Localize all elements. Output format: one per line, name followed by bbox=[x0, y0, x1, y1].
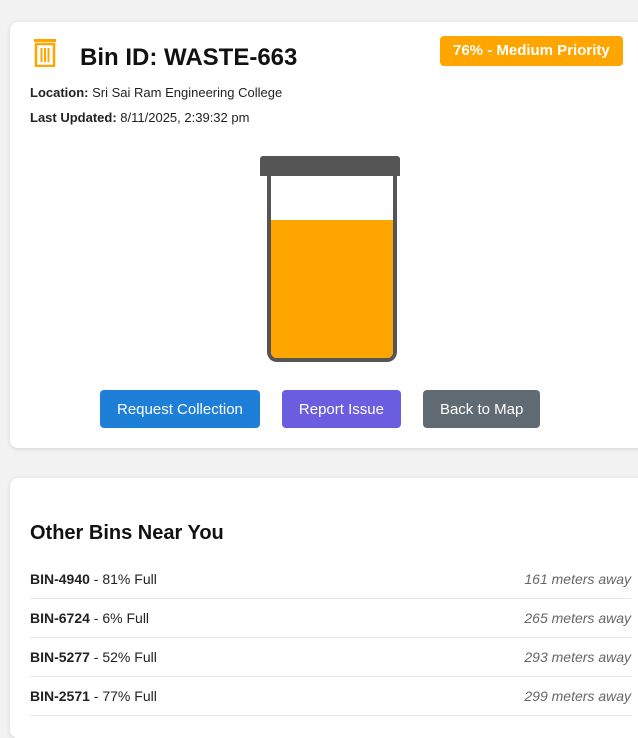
nearby-bins-list: BIN-4940 - 81% Full 161 meters away BIN-… bbox=[30, 560, 631, 716]
location-label: Location: bbox=[30, 85, 89, 100]
bin-distance: 293 meters away bbox=[524, 649, 631, 665]
bin-title: Bin ID: WASTE-663 bbox=[80, 44, 298, 71]
list-item[interactable]: BIN-2571 - 77% Full 299 meters away bbox=[30, 677, 631, 716]
nearby-title: Other Bins Near You bbox=[30, 522, 224, 544]
request-collection-button[interactable]: Request Collection bbox=[100, 390, 260, 428]
bin-status: - 81% Full bbox=[89, 571, 157, 587]
bin-lid bbox=[260, 156, 400, 176]
bin-status: - 52% Full bbox=[89, 649, 157, 665]
bin-id: BIN-2571 bbox=[30, 688, 90, 704]
report-issue-button[interactable]: Report Issue bbox=[281, 390, 401, 428]
bin-distance: 265 meters away bbox=[524, 610, 631, 626]
bin-id: BIN-4940 bbox=[30, 571, 90, 587]
action-buttons: Request Collection Report Issue Back to … bbox=[10, 390, 638, 428]
bin-header: Bin ID: WASTE-663 bbox=[34, 34, 297, 72]
top-strip bbox=[0, 0, 638, 22]
bin-fill-level bbox=[271, 219, 393, 358]
bin-status: - 6% Full bbox=[89, 610, 150, 626]
bin-summary: BIN-5277 - 52% Full bbox=[30, 649, 157, 665]
nearby-bins-card: Other Bins Near You BIN-4940 - 81% Full … bbox=[10, 478, 638, 738]
bin-fill-visual bbox=[260, 156, 402, 362]
bin-summary: BIN-2571 - 77% Full bbox=[30, 688, 157, 704]
last-updated-value: 8/11/2025, 2:39:32 pm bbox=[120, 110, 250, 125]
last-updated-label: Last Updated: bbox=[30, 110, 117, 125]
bin-id: BIN-6724 bbox=[30, 610, 90, 626]
last-updated-line: Last Updated: 8/11/2025, 2:39:32 pm bbox=[30, 110, 249, 125]
location-value: Sri Sai Ram Engineering College bbox=[92, 85, 283, 100]
list-item[interactable]: BIN-6724 - 6% Full 265 meters away bbox=[30, 599, 631, 638]
bin-summary: BIN-4940 - 81% Full bbox=[30, 571, 157, 587]
list-item[interactable]: BIN-4940 - 81% Full 161 meters away bbox=[30, 560, 631, 599]
bin-id: BIN-5277 bbox=[30, 649, 90, 665]
location-line: Location: Sri Sai Ram Engineering Colleg… bbox=[30, 85, 282, 100]
bin-summary: BIN-6724 - 6% Full bbox=[30, 610, 149, 626]
trash-icon bbox=[34, 39, 56, 68]
priority-badge: 76% - Medium Priority bbox=[440, 36, 623, 66]
list-item[interactable]: BIN-5277 - 52% Full 293 meters away bbox=[30, 638, 631, 677]
back-to-map-button[interactable]: Back to Map bbox=[422, 390, 541, 428]
bin-detail-card: Bin ID: WASTE-663 76% - Medium Priority … bbox=[10, 22, 638, 448]
bin-status: - 77% Full bbox=[89, 688, 157, 704]
bin-distance: 299 meters away bbox=[524, 688, 631, 704]
bin-body bbox=[267, 176, 397, 362]
bin-distance: 161 meters away bbox=[524, 571, 631, 587]
